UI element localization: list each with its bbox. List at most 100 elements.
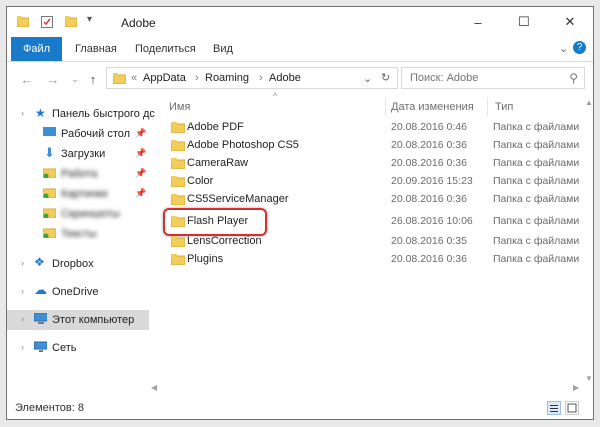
nav-network[interactable]: › Сеть [7,338,149,358]
folder-icon [171,158,185,169]
details-view-button[interactable] [547,401,561,415]
details-view-icon [550,405,558,412]
item-count: Элементов: 8 [15,402,84,414]
breadcrumb-appdata[interactable]: AppData [143,72,186,84]
file-date: 20.09.2016 15:23 [391,175,473,187]
nav-item-pinned-3[interactable]: Работа 📌 [7,164,149,184]
column-divider[interactable] [385,98,386,116]
folder-icon [171,140,185,151]
file-type: Папка с файлами [493,175,580,187]
desktop-icon [43,127,56,136]
nav-item-pinned-5[interactable]: Скриншоты [7,204,149,224]
folder-icon [113,73,126,84]
pin-icon: 📌 [135,188,147,198]
cloud-icon: ☁ [34,282,47,297]
file-date: 26.08.2016 10:06 [391,215,473,227]
ribbon-tabs: Файл Главная Поделиться Вид ⌄ ? [7,37,593,62]
overflow-chevron[interactable]: « [131,72,137,84]
address-bar[interactable]: « AppData › Roaming › Adobe ⌄ ↻ [106,67,398,89]
breadcrumb-separator: › [259,72,263,84]
customize-toolbar-icon[interactable]: ▾ [87,14,92,25]
network-icon [34,341,47,352]
file-type: Папка с файлами [493,235,580,247]
folder-icon[interactable] [17,16,29,27]
file-type: Папка с файлами [493,193,580,205]
column-date[interactable]: Дата изменения [391,101,474,113]
tab-file[interactable]: Файл [11,37,63,61]
nav-item-desktop[interactable]: Рабочий стол 📌 [7,124,149,144]
column-divider[interactable] [487,98,488,116]
nav-onedrive[interactable]: › ☁ OneDrive [7,282,149,302]
file-row[interactable]: CS5ServiceManager 20.08.2016 0:36 Папка … [157,191,593,209]
file-row[interactable]: Adobe PDF 20.08.2016 0:46 Папка с файлам… [157,119,593,137]
explorer-window: ▾ Adobe – ☐ ✕ Файл Главная Поделиться Ви… [6,6,594,420]
column-name[interactable]: Имя [169,101,190,113]
chevron-right-icon[interactable]: › [21,286,24,296]
search-box[interactable]: ⚲ [401,67,585,89]
large-icons-view-button[interactable] [565,401,579,415]
file-row[interactable]: CameraRaw 20.08.2016 0:36 Папка с файлам… [157,155,593,173]
up-button[interactable]: ↑ [85,71,101,87]
chevron-right-icon[interactable]: › [21,342,24,352]
back-button[interactable]: ← [19,71,35,87]
file-row[interactable]: Color 20.09.2016 15:23 Папка с файлами [157,173,593,191]
file-row[interactable]: Plugins 20.08.2016 0:36 Папка с файлами [157,251,593,269]
scroll-up-icon[interactable]: ▲ [585,98,593,107]
file-name: LensCorrection [187,235,262,247]
search-icon[interactable]: ⚲ [569,71,578,85]
nav-label: Скриншоты [61,208,120,220]
new-folder-icon[interactable] [65,16,77,27]
scroll-down-icon[interactable]: ▼ [585,374,593,383]
file-row-flash-player[interactable]: Flash Player 26.08.2016 10:06 Папка с фа… [157,208,593,236]
nav-item-pinned-4[interactable]: Картинки 📌 [7,184,149,204]
nav-label: OneDrive [52,286,99,298]
vertical-scrollbar[interactable]: ▲ ▼ [583,96,593,386]
address-dropdown-icon[interactable]: ⌄ [363,72,372,85]
chevron-right-icon[interactable]: › [21,108,24,118]
nav-this-pc[interactable]: › Этот компьютер [7,310,149,330]
close-button[interactable]: ✕ [547,7,593,37]
file-type: Папка с файлами [493,157,580,169]
pin-icon: 📌 [135,128,147,138]
nav-item-downloads[interactable]: ⬇ Загрузки 📌 [7,144,149,164]
breadcrumb-separator: › [195,72,199,84]
minimize-button[interactable]: – [455,7,501,37]
nav-label: Dropbox [52,258,94,270]
nav-label: Работа [61,168,98,180]
scroll-left-icon[interactable]: ◀ [151,383,157,392]
file-row[interactable]: Adobe Photoshop CS5 20.08.2016 0:36 Папк… [157,137,593,155]
file-date: 20.08.2016 0:46 [391,121,467,133]
nav-dropbox[interactable]: › ❖ Dropbox [7,254,149,274]
file-name: Flash Player [187,215,249,227]
column-header: ^ Имя Дата изменения Тип [157,91,593,118]
horizontal-scrollbar[interactable]: ◀ ▶ [149,383,583,393]
chevron-right-icon[interactable]: › [21,258,24,268]
navigation-pane: › ★ Панель быстрого дс Рабочий стол 📌 ⬇ … [7,96,155,386]
folder-icon [43,208,56,218]
recent-locations-button[interactable]: ⌄ [67,71,83,87]
breadcrumb-adobe[interactable]: Adobe [269,72,301,84]
help-icon[interactable]: ? [573,41,586,54]
breadcrumb-roaming[interactable]: Roaming [205,72,249,84]
forward-button[interactable]: → [45,71,61,87]
tab-share[interactable]: Поделиться [125,37,206,61]
nav-item-pinned-6[interactable]: Тексты [7,224,149,244]
folder-icon [43,168,56,178]
file-row[interactable]: LensCorrection 20.08.2016 0:35 Папка с ф… [157,233,593,251]
download-icon: ⬇ [44,145,55,160]
chevron-right-icon[interactable]: › [21,314,24,324]
properties-icon[interactable] [41,16,53,28]
column-type[interactable]: Тип [495,101,513,113]
folder-icon [43,228,56,238]
file-type: Папка с файлами [493,121,580,133]
ribbon-expand-icon[interactable]: ⌄ [559,42,568,55]
maximize-button[interactable]: ☐ [501,7,547,37]
folder-icon [171,194,185,205]
tab-view[interactable]: Вид [203,37,243,61]
refresh-icon[interactable]: ↻ [381,71,390,84]
file-name: Adobe Photoshop CS5 [187,139,299,151]
tab-home[interactable]: Главная [65,37,127,61]
nav-quick-access[interactable]: › ★ Панель быстрого дс [7,104,155,124]
search-input[interactable] [408,71,562,85]
scroll-right-icon[interactable]: ▶ [573,383,579,392]
